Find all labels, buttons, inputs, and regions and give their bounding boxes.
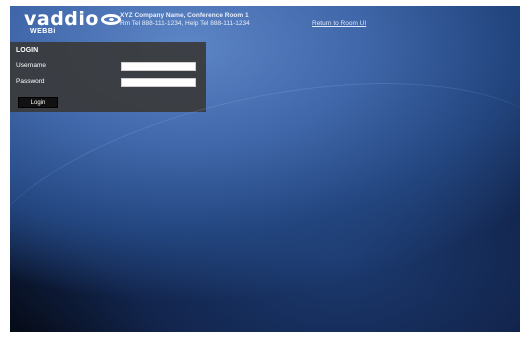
logo-eye-icon xyxy=(100,13,121,25)
logo-wordmark: vaddio xyxy=(24,9,121,29)
main-background: vaddio WEBBi XYZ Company Name, Conferenc… xyxy=(10,6,520,332)
header-bar: vaddio WEBBi XYZ Company Name, Conferenc… xyxy=(10,6,520,40)
username-input[interactable] xyxy=(121,62,196,71)
password-input[interactable] xyxy=(121,78,196,87)
login-title: LOGIN xyxy=(16,47,39,54)
room-info: XYZ Company Name, Conference Room 1 Rm T… xyxy=(120,12,250,28)
logo-text: vaddio xyxy=(24,8,99,30)
company-room-name: XYZ Company Name, Conference Room 1 xyxy=(120,12,249,19)
vaddio-logo: vaddio WEBBi xyxy=(24,9,121,35)
return-to-room-ui-link[interactable]: Return to Room UI xyxy=(312,20,366,27)
login-button[interactable]: Login xyxy=(18,97,58,108)
login-panel: LOGIN Username Password Login xyxy=(10,42,206,112)
password-label: Password xyxy=(16,78,45,85)
phone-numbers: Rm Tel 888-111-1234, Help Tel 888-111-12… xyxy=(120,20,250,27)
username-label: Username xyxy=(16,62,46,69)
